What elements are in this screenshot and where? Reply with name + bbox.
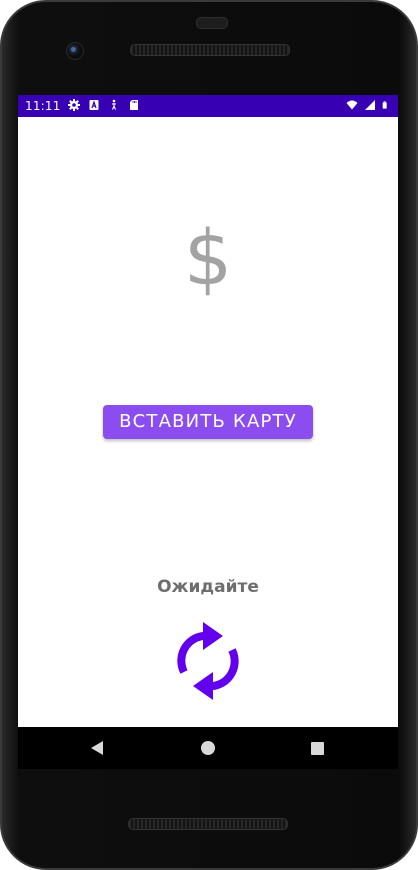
- front-camera: [66, 42, 84, 60]
- a-badge-icon: [89, 100, 99, 110]
- status-text: Ожидайте: [157, 577, 259, 597]
- home-icon[interactable]: [201, 741, 215, 755]
- recent-apps-icon[interactable]: [311, 742, 324, 755]
- app-screen: 11:11 $ ВСТАВИТЬ КАРТУ Ожидайте: [18, 95, 398, 727]
- status-time: 11:11: [25, 99, 61, 113]
- back-icon[interactable]: [91, 741, 103, 755]
- settings-icon: [68, 99, 80, 111]
- status-bar: 11:11: [18, 95, 398, 117]
- insert-card-button[interactable]: ВСТАВИТЬ КАРТУ: [103, 405, 313, 439]
- navigation-bar: [18, 727, 398, 769]
- bottom-speaker-grille: [128, 818, 288, 830]
- top-sensor: [196, 17, 228, 29]
- top-speaker-grille: [130, 44, 290, 56]
- cell-signal-icon: [365, 100, 375, 110]
- sync-icon: [177, 622, 239, 700]
- wifi-icon: [346, 100, 358, 110]
- accessibility-icon: [111, 99, 117, 110]
- status-system-icons: [346, 99, 390, 111]
- status-notification-icons: [68, 99, 140, 111]
- sd-card-icon: [130, 100, 138, 110]
- battery-icon: [382, 101, 387, 109]
- dollar-symbol: $: [183, 213, 233, 302]
